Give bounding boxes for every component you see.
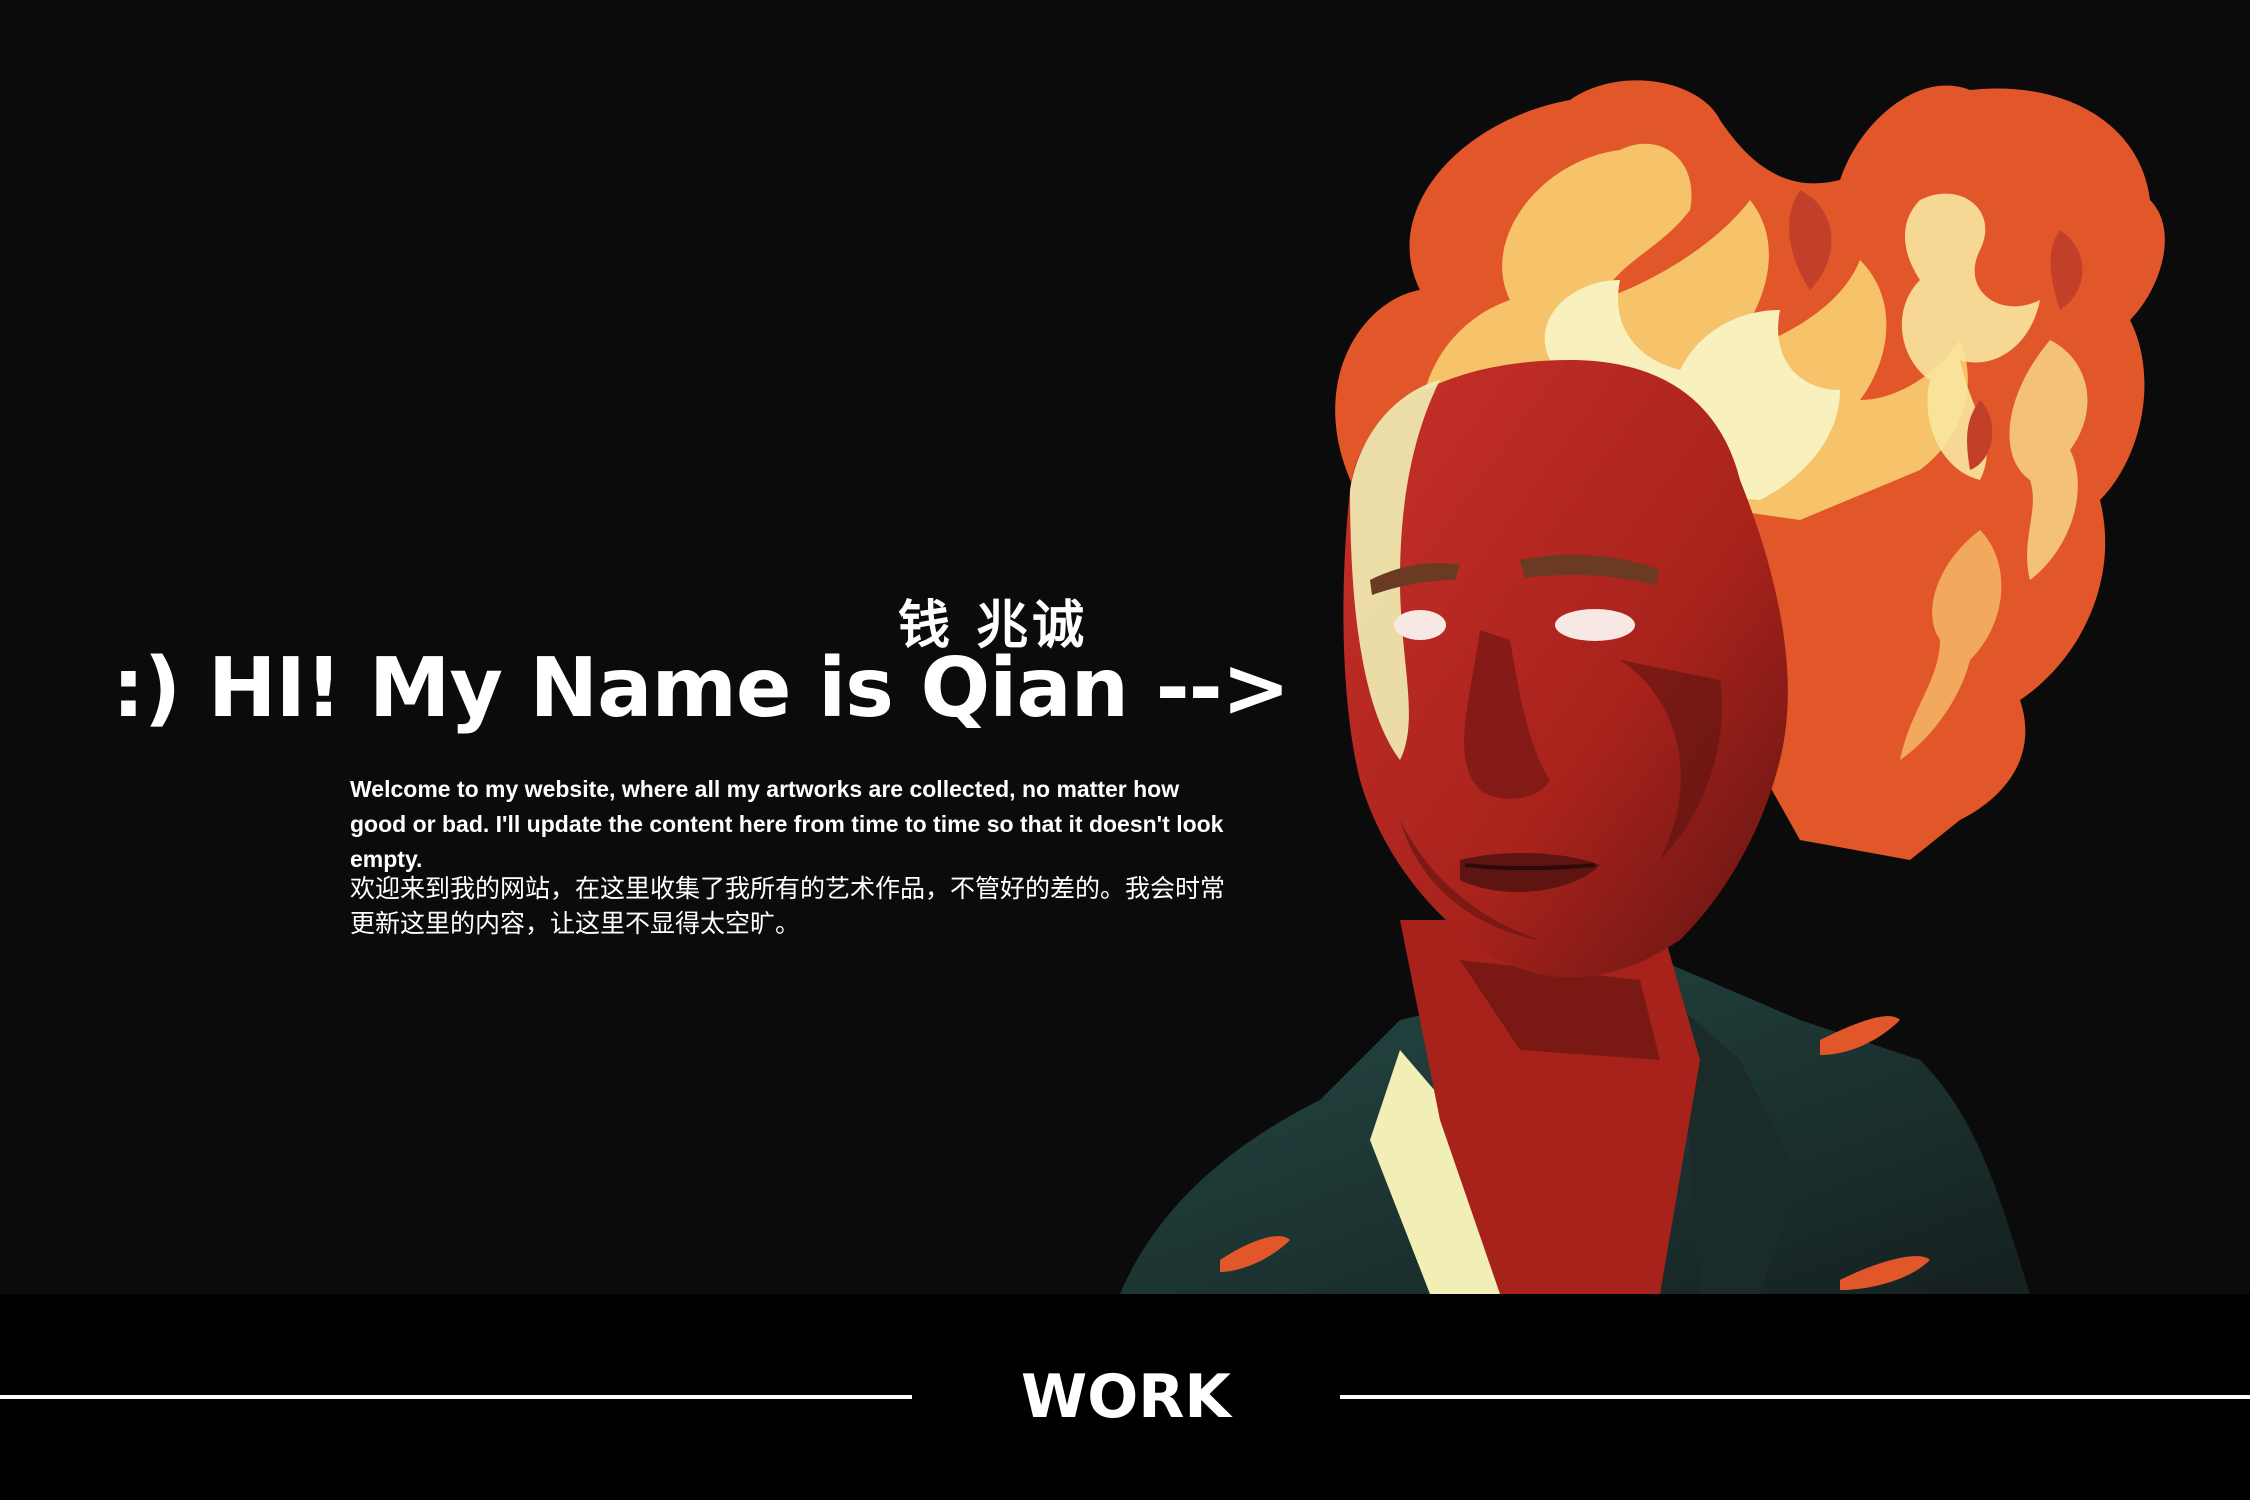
intro-text-english: Welcome to my website, where all my artw… [350, 776, 1224, 872]
divider-left [0, 1395, 912, 1399]
divider-right [1340, 1395, 2250, 1399]
hero-section: 钱 兆诚 :) HI! My Name is Qian --> Welcome … [0, 0, 2250, 1294]
greeting-heading: :) HI! My Name is Qian --> [112, 641, 1290, 736]
work-link[interactable]: WORK [912, 1362, 1340, 1432]
intro-text-chinese: 欢迎来到我的网站，在这里收集了我所有的艺术作品，不管好的差的。我会时常更新这里的… [350, 874, 1226, 938]
work-section-header: WORK [0, 1294, 2250, 1500]
